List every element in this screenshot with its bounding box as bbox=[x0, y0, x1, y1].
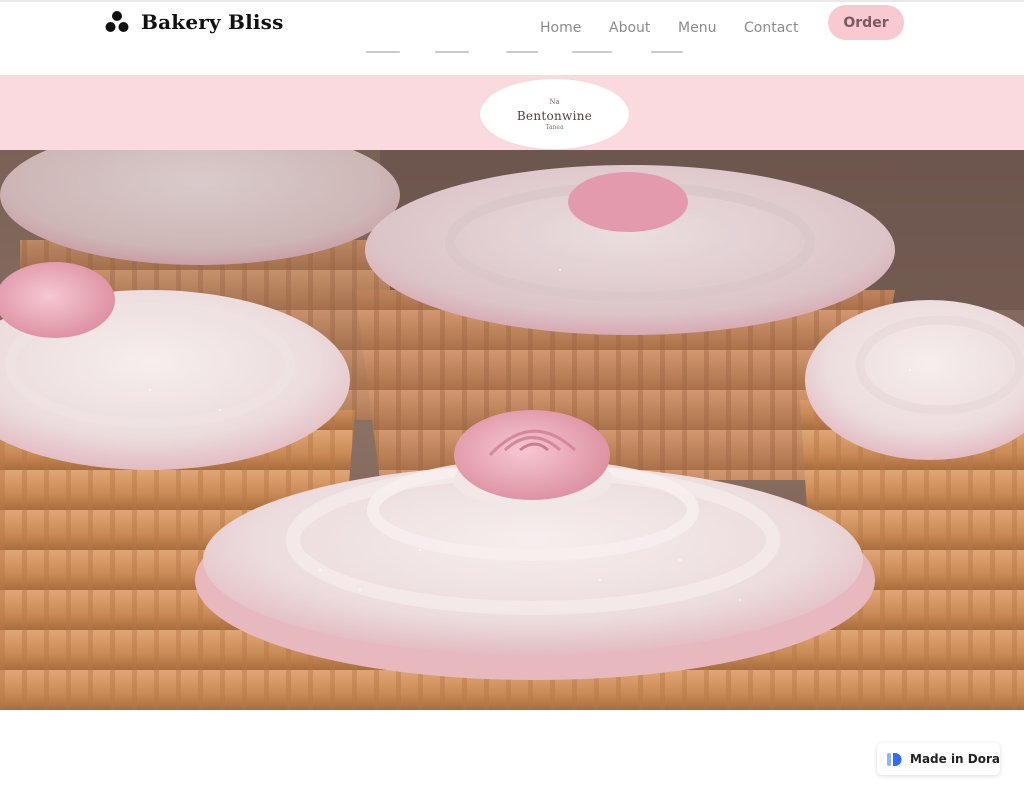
order-button[interactable]: Order bbox=[828, 5, 904, 40]
site-header: Bakery Bliss Home About Menu Contact Ord… bbox=[0, 0, 1024, 75]
badge-top-text: Na bbox=[549, 98, 560, 106]
faded-text-mark bbox=[651, 51, 683, 53]
nav-link-menu[interactable]: Menu bbox=[678, 20, 716, 36]
made-in-dora-badge[interactable]: Made in Dora bbox=[877, 743, 1000, 775]
pink-banner: Na Bentonwine Tanea bbox=[0, 75, 1024, 150]
nav-link-contact[interactable]: Contact bbox=[744, 20, 798, 36]
hero-image bbox=[0, 150, 1024, 710]
oval-logo-badge: Na Bentonwine Tanea bbox=[480, 79, 629, 149]
faded-text-mark bbox=[572, 51, 612, 53]
nav-link-home[interactable]: Home bbox=[540, 20, 581, 36]
badge-sub-text: Tanea bbox=[545, 124, 564, 131]
nav-link-about[interactable]: About bbox=[609, 20, 650, 36]
badge-main-text: Bentonwine bbox=[516, 109, 593, 123]
dora-logo-icon bbox=[887, 752, 902, 766]
faded-text-mark bbox=[366, 51, 400, 53]
made-in-dora-label: Made in Dora bbox=[910, 752, 1000, 766]
faded-text-mark bbox=[506, 51, 538, 53]
faded-subnav-placeholder bbox=[364, 49, 694, 57]
cupcakes-photo bbox=[0, 150, 1024, 710]
faded-text-mark bbox=[435, 51, 469, 53]
